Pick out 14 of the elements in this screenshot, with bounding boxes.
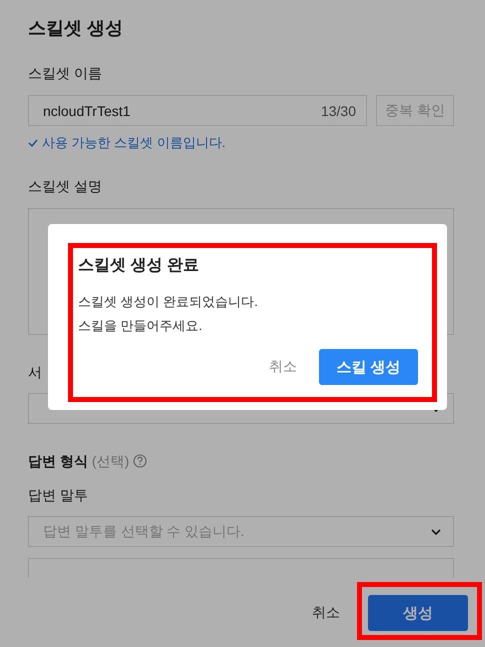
field-label: 스킬셋 이름 xyxy=(28,64,102,83)
validation-message: 사용 가능한 스킬셋 이름입니다. xyxy=(42,134,226,152)
section-label: 답변 형식 xyxy=(28,452,88,471)
input-value: ncloudTrTest1 xyxy=(43,102,130,118)
character-counter: 13/30 xyxy=(320,102,356,118)
dialog-message: 스킬을 만들어주세요. xyxy=(78,317,204,335)
optional-tag: (선택) xyxy=(92,451,130,471)
field-label: 답변 말투 xyxy=(28,486,88,505)
field-label: 서 xyxy=(28,363,42,382)
field-label: 스킬셋 설명 xyxy=(28,177,102,196)
dialog-message: 스킬셋 생성이 완료되었습니다. xyxy=(78,293,259,311)
dialog-title: 스킬셋 생성 완료 xyxy=(78,256,200,276)
page-title: 스킬셋 생성 xyxy=(28,17,124,40)
select-placeholder: 답변 말투를 선택할 수 있습니다. xyxy=(43,522,244,540)
